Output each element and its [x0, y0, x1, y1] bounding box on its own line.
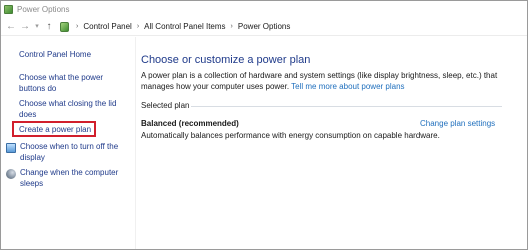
- plan-name: Balanced (recommended): [141, 119, 239, 128]
- title-bar: Power Options: [1, 1, 527, 18]
- up-arrow-icon[interactable]: ↑: [42, 18, 56, 36]
- computer-sleeps-item[interactable]: Change when the computer sleeps: [6, 168, 130, 189]
- create-power-plan-highlight: [12, 121, 96, 137]
- breadcrumb-separator-icon: ›: [76, 23, 79, 30]
- breadcrumb-separator-icon: ›: [230, 23, 233, 30]
- plan-description: Automatically balances performance with …: [141, 131, 440, 140]
- breadcrumb-power-options[interactable]: Power Options: [238, 22, 290, 31]
- main-content: Choose or customize a power plan A power…: [141, 37, 527, 249]
- learn-more-link[interactable]: Tell me more about power plans: [291, 82, 404, 91]
- monitor-icon: [6, 143, 16, 153]
- left-task-pane: Control Panel Home Choose what the power…: [1, 37, 136, 249]
- control-panel-icon: [60, 21, 69, 32]
- power-options-app-icon: [4, 5, 13, 14]
- power-options-window: Power Options ← → ▾ ↑ › Control Panel › …: [0, 0, 528, 250]
- address-bar: ← → ▾ ↑ › Control Panel › All Control Pa…: [1, 18, 527, 36]
- turn-off-display-item[interactable]: Choose when to turn off the display: [6, 142, 130, 163]
- computer-sleeps-link[interactable]: Change when the computer sleeps: [20, 168, 130, 189]
- back-arrow-icon[interactable]: ←: [4, 18, 18, 36]
- plan-intro-text: A power plan is a collection of hardware…: [141, 70, 511, 92]
- section-divider: [191, 106, 502, 107]
- page-title: Choose or customize a power plan: [141, 54, 311, 66]
- moon-icon: [6, 169, 16, 179]
- control-panel-home-link[interactable]: Control Panel Home: [19, 50, 91, 59]
- forward-arrow-icon[interactable]: →: [18, 18, 32, 36]
- closing-lid-link[interactable]: Choose what closing the lid does: [19, 99, 129, 120]
- change-plan-settings-link[interactable]: Change plan settings: [420, 119, 495, 128]
- window-title: Power Options: [17, 5, 70, 14]
- selected-plan-label: Selected plan: [141, 101, 190, 110]
- breadcrumb-all-items[interactable]: All Control Panel Items: [144, 22, 225, 31]
- power-buttons-link[interactable]: Choose what the power buttons do: [19, 73, 129, 94]
- breadcrumb-separator-icon: ›: [136, 23, 140, 30]
- recent-locations-dropdown-icon[interactable]: ▾: [32, 18, 42, 36]
- breadcrumb-control-panel[interactable]: Control Panel: [83, 22, 131, 31]
- turn-off-display-link[interactable]: Choose when to turn off the display: [20, 142, 130, 163]
